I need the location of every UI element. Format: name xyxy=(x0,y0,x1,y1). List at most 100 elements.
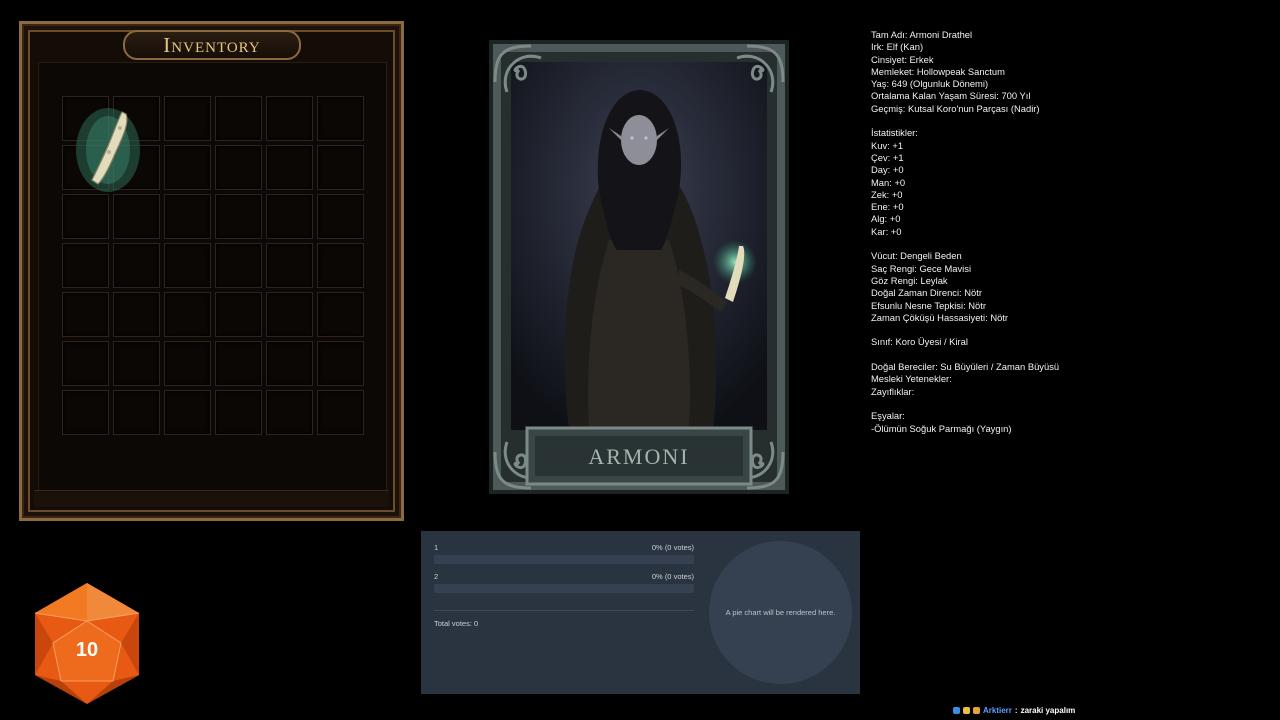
sheet-line: Kar: +0 xyxy=(871,225,902,237)
inventory-slot[interactable] xyxy=(164,96,211,141)
moderator-badge-icon xyxy=(953,707,960,714)
poll-total-votes: Total votes: 0 xyxy=(434,619,479,628)
sheet-spacer xyxy=(871,115,1251,127)
inventory-slot[interactable] xyxy=(113,292,160,337)
inventory-slot[interactable] xyxy=(215,390,262,435)
chat-message: Arktierr : zaraki yapalım xyxy=(953,706,1075,715)
bone-finger-item[interactable] xyxy=(68,102,148,194)
poll-option-result: 0% (0 votes) xyxy=(651,572,694,581)
sheet-line: Zaman Çöküşü Hassasiyeti: Nötr xyxy=(871,311,1009,323)
inventory-slot[interactable] xyxy=(266,96,313,141)
sheet-line: Göz Rengi: Leylak xyxy=(871,274,948,286)
inventory-slot[interactable] xyxy=(113,243,160,288)
pie-chart-placeholder: A pie chart will be rendered here. xyxy=(709,541,852,684)
sheet-line: Doğal Zaman Direnci: Nötr xyxy=(871,287,982,299)
inventory-slot[interactable] xyxy=(215,145,262,190)
character-sheet: Tam Adı: Armoni Drathel Irk: Elf (Kan) Cin… xyxy=(871,29,1251,435)
sheet-line: Zayıflıklar: xyxy=(871,385,915,397)
inventory-slot[interactable] xyxy=(164,292,211,337)
poll-option-bar xyxy=(434,555,694,564)
sheet-line: Man: +0 xyxy=(871,176,906,188)
sheet-line: Ene: +0 xyxy=(871,201,904,213)
sheet-line: Saç Rengi: Gece Mavisi xyxy=(871,262,972,274)
sheet-line: Memleket: Hollowpeak Sanctum xyxy=(871,65,1005,77)
sheet-line: Vücut: Dengeli Beden xyxy=(871,250,962,262)
sheet-line: Doğal Bereciler: Su Büyüleri / Zaman Büy… xyxy=(871,361,1060,373)
inventory-slot[interactable] xyxy=(266,390,313,435)
inventory-slot[interactable] xyxy=(164,194,211,239)
sheet-line: Zek: +0 xyxy=(871,188,903,200)
sheet-line: İstatistikler: xyxy=(871,127,918,139)
inventory-slot[interactable] xyxy=(62,194,109,239)
inventory-slot[interactable] xyxy=(317,96,364,141)
sheet-line: Mesleki Yetenekler: xyxy=(871,373,952,385)
sheet-spacer xyxy=(871,238,1251,250)
inventory-slot[interactable] xyxy=(113,390,160,435)
inventory-slot[interactable] xyxy=(317,390,364,435)
sheet-line: Sınıf: Koro Üyesi / Kiral xyxy=(871,336,968,348)
inventory-slot[interactable] xyxy=(266,194,313,239)
bits-badge-icon xyxy=(973,707,980,714)
sheet-spacer xyxy=(871,324,1251,336)
inventory-slot[interactable] xyxy=(215,292,262,337)
sheet-line: Yaş: 649 (Olgunluk Dönemi) xyxy=(871,78,989,90)
sheet-spacer xyxy=(871,349,1251,361)
sheet-line: Cinsiyet: Erkek xyxy=(871,53,934,65)
chat-username[interactable]: Arktierr xyxy=(983,706,1012,715)
inventory-slot[interactable] xyxy=(266,243,313,288)
inventory-slot[interactable] xyxy=(266,341,313,386)
poll-option[interactable]: 1 0% (0 votes) xyxy=(434,543,694,564)
character-portrait-card: ARMONI xyxy=(489,40,789,494)
sheet-line: Ortalama Kalan Yaşam Süresi: 700 Yıl xyxy=(871,90,1031,102)
inventory-slot[interactable] xyxy=(317,341,364,386)
chat-separator: : xyxy=(1014,706,1018,715)
inventory-slot[interactable] xyxy=(62,341,109,386)
sheet-line: Irk: Elf (Kan) xyxy=(871,41,924,53)
inventory-slot[interactable] xyxy=(113,341,160,386)
inventory-slot[interactable] xyxy=(317,145,364,190)
sheet-line: Geçmiş: Kutsal Koro'nun Parçası (Nadir) xyxy=(871,102,1040,114)
chat-text: zaraki yapalım xyxy=(1020,706,1076,715)
sheet-line: Tam Adı: Armoni Drathel xyxy=(871,29,973,40)
sheet-line: -Ölümün Soğuk Parmağı (Yaygın) xyxy=(871,422,1012,434)
inventory-slot[interactable] xyxy=(164,243,211,288)
inventory-slot[interactable] xyxy=(215,243,262,288)
poll-option-bar xyxy=(434,584,694,593)
inventory-slot[interactable] xyxy=(215,96,262,141)
pie-chart-placeholder-text: A pie chart will be rendered here. xyxy=(725,608,836,617)
poll-option-label: 1 xyxy=(434,543,439,552)
sheet-line: Day: +0 xyxy=(871,164,904,176)
sheet-line: Çev: +1 xyxy=(871,151,904,163)
inventory-slot[interactable] xyxy=(62,390,109,435)
inventory-slot[interactable] xyxy=(317,292,364,337)
sheet-line: Kuv: +1 xyxy=(871,139,904,151)
inventory-bottom-bar xyxy=(34,490,389,507)
inventory-slot[interactable] xyxy=(164,390,211,435)
inventory-title: Inventory xyxy=(163,32,261,57)
d20-dice: 10 xyxy=(31,581,143,706)
inventory-slot[interactable] xyxy=(266,292,313,337)
inventory-panel: Inventory xyxy=(19,21,404,521)
poll-option-result: 0% (0 votes) xyxy=(651,543,694,552)
poll-option-label: 2 xyxy=(434,572,439,581)
sheet-spacer xyxy=(871,398,1251,410)
poll-divider xyxy=(434,610,694,611)
inventory-slot[interactable] xyxy=(164,341,211,386)
inventory-banner: Inventory xyxy=(123,30,301,60)
inventory-slot[interactable] xyxy=(317,243,364,288)
subscriber-badge-icon xyxy=(963,707,970,714)
inventory-slot[interactable] xyxy=(113,194,160,239)
sheet-line: Alg: +0 xyxy=(871,213,901,225)
inventory-slot[interactable] xyxy=(215,194,262,239)
poll-option[interactable]: 2 0% (0 votes) xyxy=(434,572,694,593)
inventory-slot[interactable] xyxy=(266,145,313,190)
dice-value: 10 xyxy=(75,639,99,661)
inventory-slot[interactable] xyxy=(62,243,109,288)
character-name-plate: ARMONI xyxy=(588,444,690,469)
inventory-slot[interactable] xyxy=(215,341,262,386)
inventory-slot[interactable] xyxy=(62,292,109,337)
inventory-slot[interactable] xyxy=(317,194,364,239)
sheet-line: Efsunlu Nesne Tepkisi: Nötr xyxy=(871,299,986,311)
inventory-slot[interactable] xyxy=(164,145,211,190)
sheet-line: Eşyalar: xyxy=(871,410,905,422)
